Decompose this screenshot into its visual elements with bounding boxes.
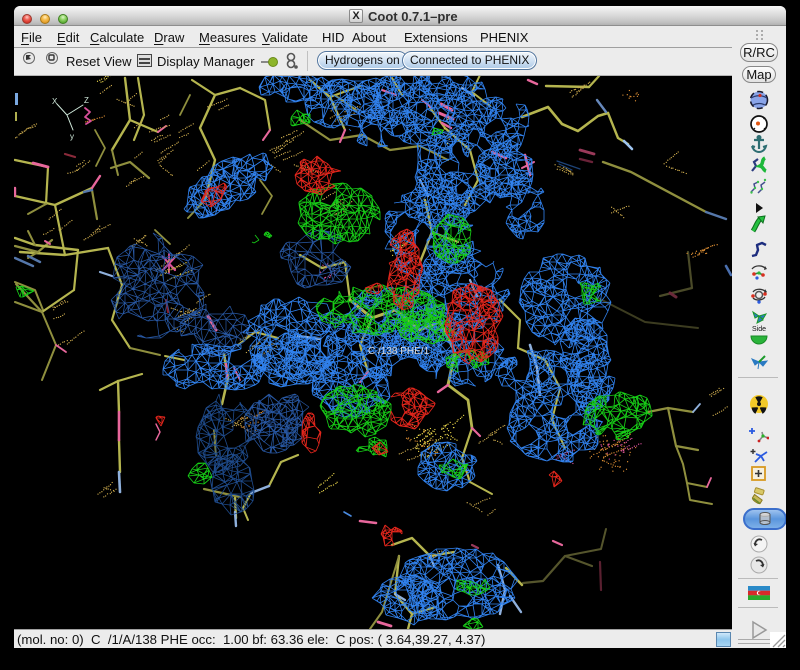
svg-text:X: X <box>52 97 58 106</box>
svg-text:y: y <box>70 132 74 141</box>
svg-text:C /138 PHE/1: C /138 PHE/1 <box>368 346 430 357</box>
svg-text:Z: Z <box>84 96 89 105</box>
